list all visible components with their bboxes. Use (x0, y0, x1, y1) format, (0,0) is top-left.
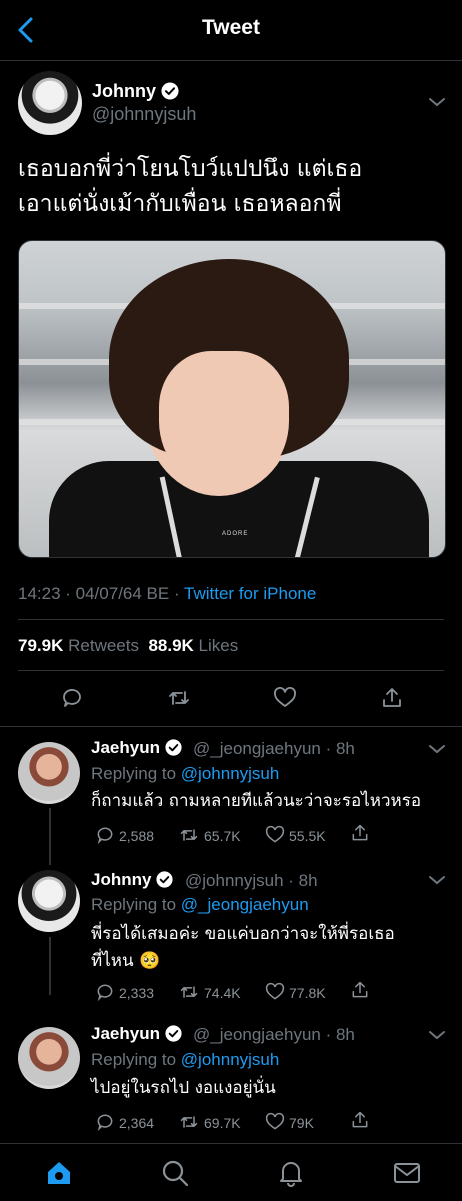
reply-count[interactable]: 2,364 (95, 1112, 154, 1132)
like-count[interactable]: 77.8K (265, 982, 326, 1002)
reply-text: ก็ถามแล้ว ถามหลายทีแล้วนะว่าจะรอไหวหรอ (91, 791, 422, 811)
replying-to: Replying to @johnnyjsuh (91, 764, 280, 783)
reply-icon (97, 1114, 113, 1132)
chevron-down-icon[interactable] (428, 96, 446, 108)
verified-badge-icon (161, 82, 179, 100)
search-icon[interactable] (160, 1158, 190, 1188)
share-icon[interactable] (350, 823, 370, 843)
replying-to: Replying to @johnnyjsuh (91, 1050, 280, 1069)
reply-icon[interactable] (60, 686, 84, 710)
reply-text: ไปอยู่ในรถไป งอแงอยู่นั่น (91, 1078, 276, 1098)
thread-line (49, 937, 51, 995)
reply-author-name[interactable]: Jaehyun (91, 1024, 182, 1044)
like-count[interactable]: 79K (265, 1112, 314, 1132)
chevron-down-icon[interactable] (428, 1029, 446, 1041)
chevron-down-icon[interactable] (428, 743, 446, 755)
share-icon[interactable] (350, 1110, 370, 1130)
avatar[interactable] (18, 870, 80, 932)
source-link[interactable]: Twitter for iPhone (184, 584, 316, 603)
retweet-count[interactable]: 69.7K (178, 1112, 241, 1132)
replying-to: Replying to @_jeongjaehyun (91, 895, 309, 914)
reply-text: พี่รอได้เสมอค่ะ ขอแค่บอกว่าจะให้พี่รอเธอ… (91, 924, 395, 971)
photo-watermark: ADORE (222, 531, 249, 537)
divider (18, 619, 444, 620)
heart-icon[interactable] (273, 686, 297, 710)
bell-icon[interactable] (276, 1158, 306, 1188)
heart-icon (265, 1112, 285, 1130)
page-title: Tweet (202, 16, 260, 39)
mail-icon[interactable] (392, 1158, 422, 1188)
bottom-tab-bar (0, 1143, 462, 1201)
avatar[interactable] (18, 1027, 80, 1089)
home-icon[interactable] (44, 1158, 74, 1188)
top-bar: Tweet (0, 0, 462, 61)
divider (0, 726, 462, 727)
tweet-text: เธอบอกพี่ว่าโยนโบว์แปปนึง แต่เธอ เอาแต่น… (18, 156, 363, 217)
reply-count[interactable]: 2,333 (95, 982, 154, 1002)
share-icon[interactable] (350, 980, 370, 1000)
chevron-down-icon[interactable] (428, 874, 446, 886)
retweet-icon (180, 829, 198, 841)
mention-link[interactable]: @johnnyjsuh (181, 764, 280, 783)
share-icon[interactable] (380, 686, 404, 710)
retweet-icon (180, 986, 198, 998)
heart-icon (265, 825, 285, 843)
heart-icon (265, 982, 285, 1000)
reply-author-name[interactable]: Johnny (91, 870, 174, 890)
thread-line (49, 808, 51, 865)
retweet-icon (180, 1116, 198, 1128)
reply-handle-time[interactable]: @johnnyjsuh · 8h (185, 871, 318, 891)
author-name[interactable]: Johnny (92, 81, 179, 102)
verified-badge-icon (165, 739, 182, 756)
retweet-count[interactable]: 74.4K (178, 982, 241, 1002)
verified-badge-icon (165, 1025, 182, 1042)
reply-author-name[interactable]: Jaehyun (91, 738, 182, 758)
divider (18, 670, 444, 671)
reply-handle-time[interactable]: @_jeongjaehyun · 8h (193, 739, 355, 759)
verified-badge-icon (156, 871, 174, 888)
retweet-count[interactable]: 65.7K (178, 825, 241, 845)
tweet-meta: 14:23 · 04/07/64 BE · Twitter for iPhone (18, 584, 317, 603)
author-handle[interactable]: @johnnyjsuh (92, 104, 196, 125)
mention-link[interactable]: @_jeongjaehyun (181, 895, 309, 914)
reply-icon (97, 827, 113, 845)
tweet-photo[interactable]: ADORE (18, 240, 446, 558)
like-count[interactable]: 88.9K (148, 636, 193, 655)
like-count[interactable]: 55.5K (265, 825, 326, 845)
retweet-icon[interactable] (167, 686, 191, 710)
reply-count[interactable]: 2,588 (95, 825, 154, 845)
reply-handle-time[interactable]: @_jeongjaehyun · 8h (193, 1025, 355, 1045)
reply-icon (97, 984, 113, 1002)
avatar[interactable] (18, 71, 82, 135)
retweet-count[interactable]: 79.9K (18, 636, 63, 655)
mention-link[interactable]: @johnnyjsuh (181, 1050, 280, 1069)
tweet-stats: 79.9K Retweets 88.9K Likes (18, 636, 239, 655)
avatar[interactable] (18, 742, 80, 804)
